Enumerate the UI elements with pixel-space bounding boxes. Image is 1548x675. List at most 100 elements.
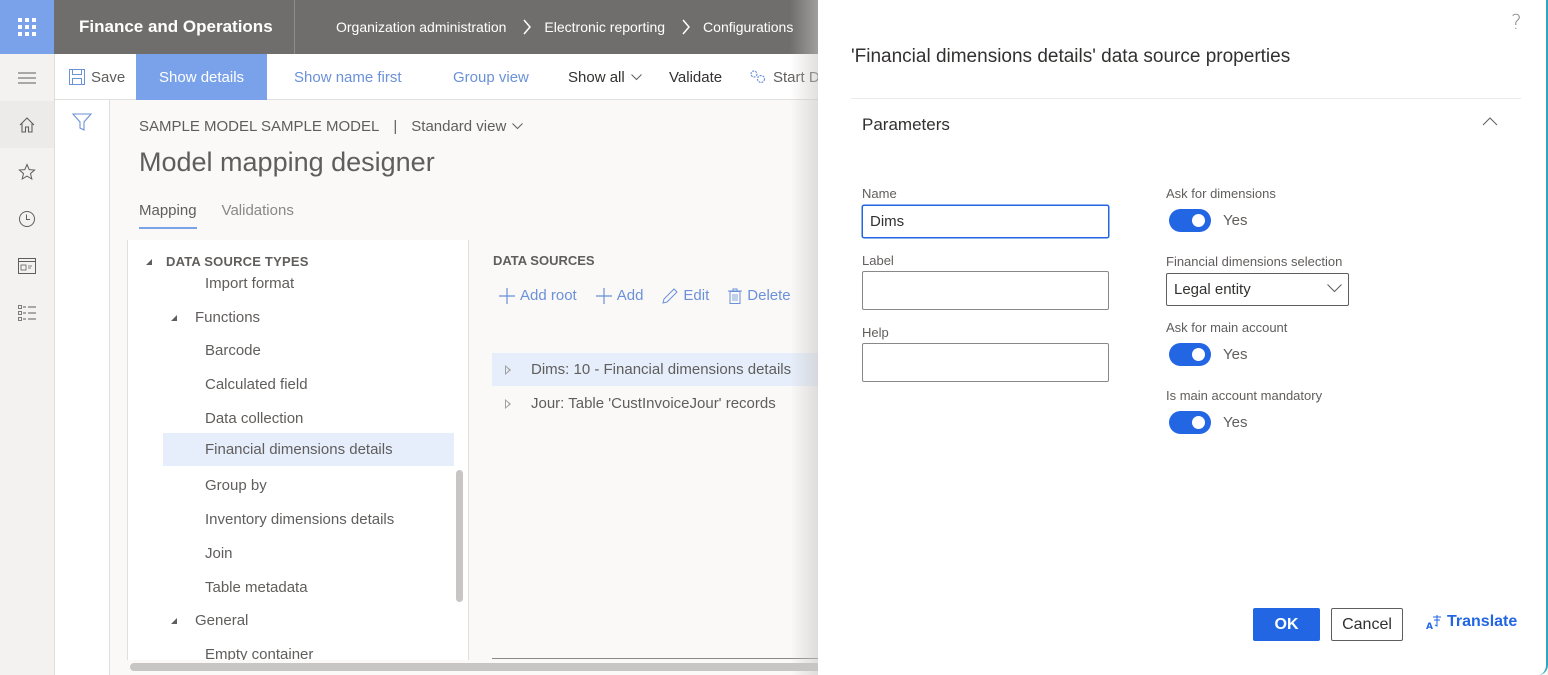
chevron-right-icon — [522, 19, 532, 35]
tab-list: Mapping Validations — [139, 202, 319, 229]
tree-item[interactable]: Empty container — [163, 638, 454, 660]
trash-icon — [728, 288, 743, 304]
translate-button[interactable]: A Translate — [1426, 613, 1517, 631]
page-caption: SAMPLE MODEL SAMPLE MODEL | Standard vie… — [139, 118, 524, 135]
help-input[interactable] — [862, 343, 1109, 382]
breadcrumb-item[interactable]: Electronic reporting — [544, 19, 665, 35]
data-source-properties-dialog: ? 'Financial dimensions details' data so… — [818, 0, 1548, 675]
data-source-label: Jour: Table 'CustInvoiceJour' records — [531, 395, 776, 412]
edit-button[interactable]: Edit — [662, 287, 709, 304]
data-source-row[interactable]: Jour: Table 'CustInvoiceJour' records — [492, 387, 832, 420]
toggle-value: Yes — [1223, 346, 1248, 363]
ask-for-main-account-toggle[interactable] — [1169, 343, 1211, 366]
tree-item[interactable]: Inventory dimensions details — [163, 503, 454, 536]
action-pane: Save Show details Show name first Group … — [55, 54, 825, 100]
left-navigation — [0, 54, 55, 675]
tree-item-label: Inventory dimensions details — [205, 511, 395, 528]
clock-icon — [19, 210, 35, 227]
nav-modules-button[interactable] — [0, 289, 54, 336]
dialog-title: 'Financial dimensions details' data sour… — [851, 46, 1291, 67]
group-view-button[interactable]: Group view — [453, 54, 529, 100]
breadcrumb-item[interactable]: Organization administration — [336, 19, 506, 35]
plus-icon — [499, 287, 515, 304]
tree-item-selected[interactable]: Financial dimensions details — [163, 433, 454, 466]
data-source-label: Dims: 10 - Financial dimensions details — [531, 361, 792, 378]
page-title: Model mapping designer — [139, 147, 435, 177]
toggle-value: Yes — [1223, 212, 1248, 229]
edit-label: Edit — [683, 287, 710, 304]
tree-item[interactable]: Group by — [163, 469, 454, 502]
help-label: Help — [862, 325, 889, 340]
label-label: Label — [862, 253, 894, 268]
selected-value: Legal entity — [1174, 281, 1251, 298]
ask-for-dimensions-label: Ask for dimensions — [1166, 186, 1276, 201]
show-details-button[interactable]: Show details — [136, 54, 268, 100]
tree-vertical-scrollbar[interactable] — [456, 470, 463, 602]
tree-item-label: Empty container — [205, 646, 314, 660]
financial-dimensions-selection-label: Financial dimensions selection — [1166, 254, 1343, 269]
breadcrumb-item[interactable]: Configurations — [703, 19, 793, 35]
cancel-button[interactable]: Cancel — [1331, 608, 1403, 641]
tab-validations[interactable]: Validations — [222, 202, 294, 229]
tree-item[interactable]: Table metadata — [163, 571, 454, 604]
expanded-icon — [171, 314, 177, 321]
show-name-first-button[interactable]: Show name first — [294, 54, 402, 100]
breadcrumb: Organization administration Electronic r… — [336, 19, 793, 35]
data-source-types-tree: DATA SOURCE TYPES Import format Function… — [127, 240, 469, 660]
collapsed-icon[interactable] — [505, 398, 511, 409]
parameters-section-header[interactable]: Parameters — [862, 115, 950, 135]
tree-group[interactable]: General — [163, 604, 454, 637]
main-account-mandatory-label: Is main account mandatory — [1166, 388, 1323, 403]
save-button[interactable]: Save — [69, 54, 125, 100]
save-label: Save — [91, 68, 126, 86]
add-root-label: Add root — [520, 287, 577, 304]
filter-icon[interactable] — [72, 113, 92, 131]
tree-item[interactable]: Join — [163, 537, 454, 570]
translate-icon: A — [1426, 614, 1442, 630]
name-input[interactable] — [862, 205, 1109, 238]
tree-item[interactable]: Data collection — [163, 402, 454, 435]
ask-for-dimensions-toggle[interactable] — [1169, 209, 1211, 232]
delete-button[interactable]: Delete — [728, 287, 791, 304]
collapsed-icon[interactable] — [505, 364, 511, 375]
divider — [492, 658, 822, 659]
app-title[interactable]: Finance and Operations — [79, 17, 273, 37]
workspace-icon — [18, 257, 36, 274]
record-caption: SAMPLE MODEL SAMPLE MODEL — [139, 118, 380, 135]
toggle-value: Yes — [1223, 414, 1248, 431]
dialog-shadow — [790, 0, 818, 675]
main-account-mandatory-toggle[interactable] — [1169, 411, 1211, 434]
tree-item-label: Join — [205, 545, 233, 562]
nav-favorites-button[interactable] — [0, 148, 54, 195]
horizontal-scrollbar[interactable] — [130, 663, 830, 671]
tree-item-label: Table metadata — [205, 579, 308, 596]
validate-button[interactable]: Validate — [669, 54, 722, 100]
chevron-down-icon — [630, 73, 642, 80]
help-icon[interactable]: ? — [1511, 10, 1522, 34]
main-account-mandatory-toggle-row: Yes — [1169, 411, 1247, 434]
tab-mapping[interactable]: Mapping — [139, 202, 197, 229]
financial-dimensions-selection-dropdown[interactable]: Legal entity — [1166, 273, 1349, 306]
add-root-button[interactable]: Add root — [499, 287, 577, 304]
chevron-up-icon[interactable] — [1482, 117, 1498, 126]
nav-home-button[interactable] — [0, 101, 54, 148]
filter-pane — [55, 100, 110, 675]
nav-recent-button[interactable] — [0, 195, 54, 242]
show-all-dropdown[interactable]: Show all — [568, 54, 642, 100]
nav-workspaces-button[interactable] — [0, 242, 54, 289]
app-launcher-button[interactable] — [0, 0, 54, 54]
tree-item[interactable]: Import format — [163, 267, 454, 300]
view-selector[interactable]: Standard view — [411, 118, 524, 135]
label-input[interactable] — [862, 271, 1109, 310]
tree-group[interactable]: Functions — [163, 301, 454, 334]
show-all-label: Show all — [568, 68, 625, 86]
name-label: Name — [862, 186, 897, 201]
tree-item-label: Calculated field — [205, 376, 308, 393]
data-source-row-selected[interactable]: Dims: 10 - Financial dimensions details — [492, 353, 832, 386]
add-button[interactable]: Add — [595, 287, 643, 304]
ok-button[interactable]: OK — [1253, 608, 1320, 641]
expanded-icon — [171, 617, 177, 624]
tree-item[interactable]: Barcode — [163, 334, 454, 367]
nav-menu-button[interactable] — [0, 54, 54, 101]
tree-item[interactable]: Calculated field — [163, 368, 454, 401]
